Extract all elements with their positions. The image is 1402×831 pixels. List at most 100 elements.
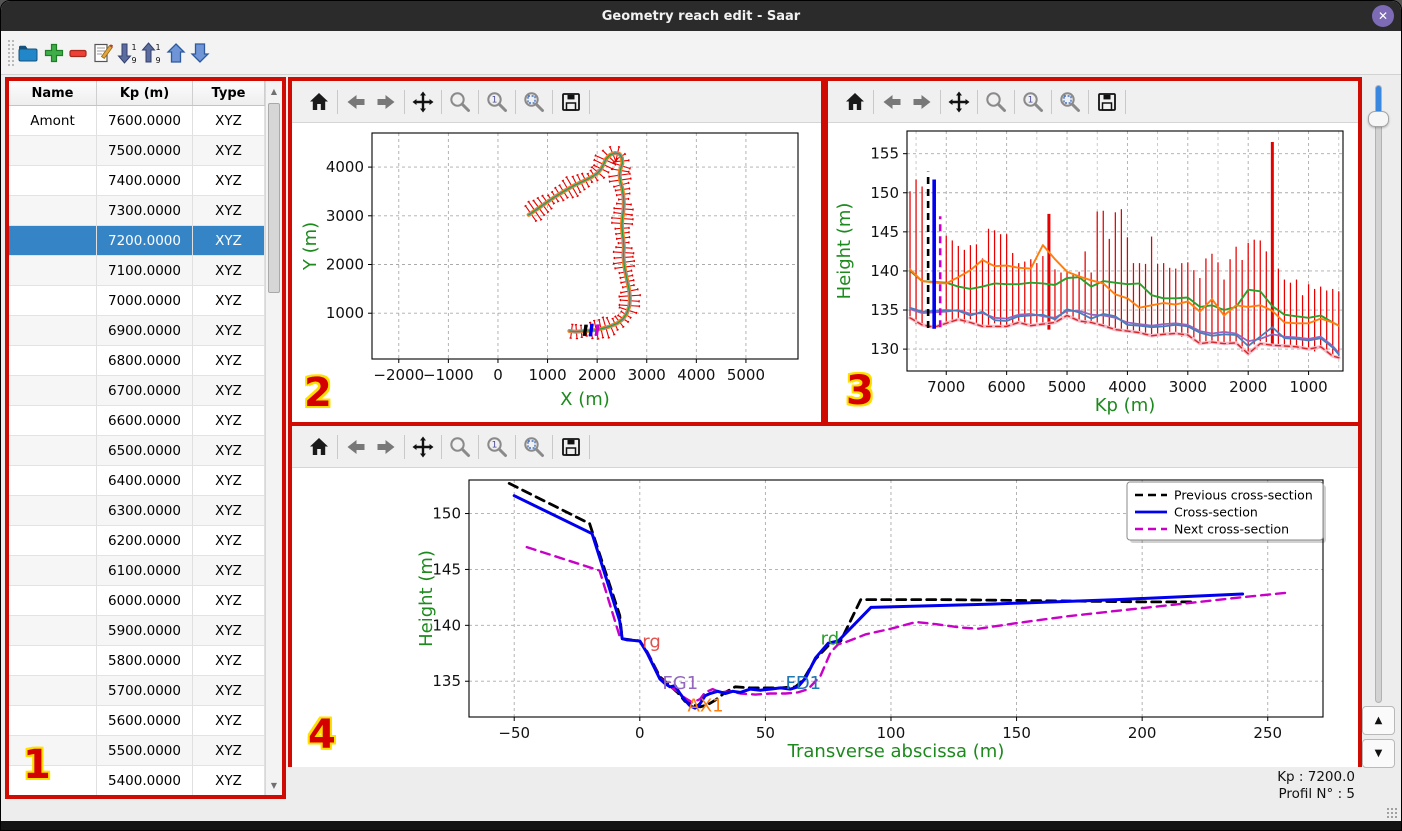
cell-type: XYZ (193, 736, 265, 766)
app-window: Geometry reach edit - Saar ✕ 1 9 1 9 Nam… (0, 0, 1402, 831)
close-button[interactable]: ✕ (1372, 5, 1394, 27)
toolbar-separator (478, 89, 479, 114)
table-row[interactable]: 5600.0000 XYZ (9, 706, 265, 736)
cross-section-chart[interactable]: −50 0 50 100 150 200 250135140145150Transverse… (292, 468, 1358, 763)
move-down-button[interactable] (187, 39, 213, 67)
cell-kp: 5400.0000 (97, 766, 193, 795)
mpl-zoom-one-button[interactable]: 1 (482, 431, 512, 463)
mpl-home-button[interactable] (840, 86, 870, 118)
column-header-kp[interactable]: Kp (m) (97, 81, 193, 105)
mpl-pan-button[interactable] (944, 86, 974, 118)
mpl-home-button[interactable] (304, 86, 334, 118)
cell-type: XYZ (193, 556, 265, 586)
table-row[interactable]: 6100.0000 XYZ (9, 556, 265, 586)
zoom-rect-icon (524, 436, 544, 457)
table-row[interactable]: 7500.0000 XYZ (9, 136, 265, 166)
title-bar[interactable]: Geometry reach edit - Saar ✕ (1, 1, 1401, 31)
table-row[interactable]: 7100.0000 XYZ (9, 256, 265, 286)
mpl-save-button[interactable] (556, 431, 586, 463)
table-body: Amont 7600.0000 XYZ 7500.0000 XYZ 7400.0000 XY… (9, 106, 265, 795)
mpl-zoom-one-button[interactable]: 1 (1018, 86, 1048, 118)
svg-text:FD1: FD1 (785, 673, 821, 694)
cell-name (9, 496, 97, 526)
table-row[interactable]: Amont 7600.0000 XYZ (9, 106, 265, 136)
delete-profile-button[interactable] (65, 39, 91, 67)
mpl-zoom-rect-button[interactable] (519, 86, 549, 118)
mpl-forward-button[interactable] (371, 86, 401, 118)
column-header-name[interactable]: Name (9, 81, 97, 105)
table-row[interactable]: 7300.0000 XYZ (9, 196, 265, 226)
sort-ascending-icon: 1 9 (141, 42, 161, 65)
table-row[interactable]: 5400.0000 XYZ (9, 766, 265, 795)
table-row[interactable]: 5500.0000 XYZ (9, 736, 265, 766)
scroll-down-icon[interactable]: ▼ (266, 777, 282, 793)
profile-position-slider[interactable] (1375, 85, 1382, 703)
slider-handle[interactable] (1368, 111, 1389, 127)
mpl-zoom-rect-button[interactable] (1055, 86, 1085, 118)
table-row[interactable]: 7400.0000 XYZ (9, 166, 265, 196)
mpl-pan-button[interactable] (408, 431, 438, 463)
table-row[interactable]: 7200.0000 XYZ (9, 226, 265, 256)
mpl-forward-button[interactable] (907, 86, 937, 118)
window-bottom-edge (1, 821, 1401, 830)
mpl-zoom-one-button[interactable]: 1 (482, 86, 512, 118)
svg-text:3000: 3000 (628, 366, 666, 384)
table-row[interactable]: 7000.0000 XYZ (9, 286, 265, 316)
cell-kp: 6300.0000 (97, 496, 193, 526)
mpl-zoom-button[interactable] (981, 86, 1011, 118)
table-row[interactable]: 6700.0000 XYZ (9, 376, 265, 406)
table-scrollbar[interactable]: ▲ ▼ (265, 81, 282, 795)
mpl-pan-button[interactable] (408, 86, 438, 118)
mpl-zoom-rect-button[interactable] (519, 431, 549, 463)
cell-name (9, 376, 97, 406)
cell-type: XYZ (193, 586, 265, 616)
mpl-zoom-button[interactable] (445, 86, 475, 118)
open-geometry-button[interactable] (15, 39, 41, 67)
toolbar-drag-handle[interactable] (7, 39, 15, 67)
mpl-back-button[interactable] (341, 431, 371, 463)
table-row[interactable]: 6800.0000 XYZ (9, 346, 265, 376)
mpl-forward-button[interactable] (371, 431, 401, 463)
mpl-back-button[interactable] (877, 86, 907, 118)
toolbar-separator (441, 434, 442, 459)
mpl-save-button[interactable] (556, 86, 586, 118)
edit-profile-button[interactable] (89, 39, 115, 67)
table-row[interactable]: 5900.0000 XYZ (9, 616, 265, 646)
cell-kp: 5500.0000 (97, 736, 193, 766)
move-up-button[interactable] (163, 39, 189, 67)
svg-text:4000: 4000 (677, 366, 715, 384)
table-row[interactable]: 5700.0000 XYZ (9, 676, 265, 706)
previous-profile-button[interactable]: ▲ (1362, 706, 1395, 735)
resize-grip[interactable] (1386, 807, 1398, 819)
svg-text:Height (m): Height (m) (834, 203, 855, 300)
table-row[interactable]: 6400.0000 XYZ (9, 466, 265, 496)
toolbar-separator (515, 434, 516, 459)
cell-type: XYZ (193, 166, 265, 196)
scrollbar-thumb[interactable] (268, 103, 280, 293)
table-row[interactable]: 5800.0000 XYZ (9, 646, 265, 676)
cell-name (9, 676, 97, 706)
profiles-table: Name Kp (m) Type Amont 7600.0000 XYZ 7500.0… (9, 81, 282, 795)
column-header-type[interactable]: Type (193, 81, 265, 105)
table-row[interactable]: 6900.0000 XYZ (9, 316, 265, 346)
table-row[interactable]: 6200.0000 XYZ (9, 526, 265, 556)
table-row[interactable]: 6600.0000 XYZ (9, 406, 265, 436)
long-profile-chart[interactable]: 7000 6000 5000 4000 3000 2000 1000 130 135 140 145… (828, 123, 1358, 419)
mpl-home-button[interactable] (304, 431, 334, 463)
table-row[interactable]: 6000.0000 XYZ (9, 586, 265, 616)
pan-icon (412, 91, 434, 112)
cell-name (9, 136, 97, 166)
sort-descending-button[interactable]: 1 9 (113, 39, 139, 67)
table-row[interactable]: 6300.0000 XYZ (9, 496, 265, 526)
plan-view-chart[interactable]: −2000−1000 0 1000 2000 3000 4000 5000 1000 2000 3… (292, 123, 821, 419)
scroll-up-icon[interactable]: ▲ (266, 83, 282, 99)
svg-text:4000: 4000 (326, 158, 364, 176)
mpl-zoom-button[interactable] (445, 431, 475, 463)
mpl-save-button[interactable] (1092, 86, 1122, 118)
sort-ascending-button[interactable]: 1 9 (137, 39, 163, 67)
table-row[interactable]: 6500.0000 XYZ (9, 436, 265, 466)
cell-kp: 6000.0000 (97, 586, 193, 616)
next-profile-button[interactable]: ▼ (1362, 739, 1395, 768)
add-profile-button[interactable] (41, 39, 67, 67)
mpl-back-button[interactable] (341, 86, 371, 118)
